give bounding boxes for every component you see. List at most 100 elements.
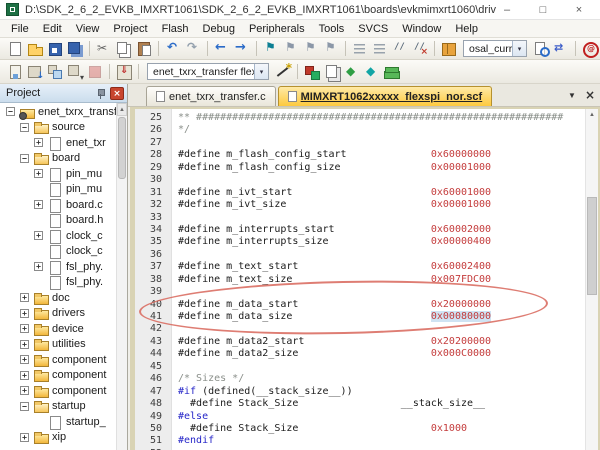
find-in-files-icon[interactable] [532, 40, 550, 57]
nav-forward-icon[interactable] [233, 40, 251, 57]
manage-components-icon[interactable] [303, 63, 321, 80]
save-all-icon[interactable] [66, 40, 84, 57]
code-content[interactable]: ** #####################################… [173, 109, 585, 450]
tree-item-fsl-phy-[interactable]: fsl_phy. [0, 275, 116, 291]
expand-icon[interactable]: + [34, 262, 43, 271]
expand-icon[interactable]: + [20, 340, 29, 349]
tree-item-fsl-phy-[interactable]: +fsl_phy. [0, 259, 116, 275]
bookmark-clear-icon[interactable] [322, 40, 340, 57]
paste-icon[interactable] [135, 40, 153, 57]
scrollbar-thumb[interactable] [118, 117, 126, 179]
expand-icon[interactable]: + [20, 324, 29, 333]
cut-icon[interactable] [95, 40, 113, 57]
menu-project[interactable]: Project [106, 22, 154, 36]
copy-icon[interactable] [115, 40, 133, 57]
rebuild-icon[interactable] [46, 63, 64, 80]
tree-item-component[interactable]: +component [0, 368, 116, 384]
pin-icon[interactable] [94, 87, 107, 100]
scroll-up-icon[interactable]: ▲ [117, 103, 127, 116]
menu-tools[interactable]: Tools [312, 22, 352, 36]
pack-installer-icon[interactable] [383, 63, 401, 80]
tree-item-enet-txrx-transf[interactable]: −enet_txrx_transf [0, 104, 116, 120]
tree-item-board[interactable]: −board [0, 151, 116, 167]
tree-item-clock-c[interactable]: +clock_c [0, 228, 116, 244]
menu-svcs[interactable]: SVCS [351, 22, 395, 36]
expand-icon[interactable]: + [20, 309, 29, 318]
indent-icon[interactable] [351, 40, 369, 57]
expand-icon[interactable]: + [20, 386, 29, 395]
translate-icon[interactable] [6, 63, 24, 80]
uncomment-icon[interactable] [411, 40, 429, 57]
scroll-up-icon[interactable]: ▲ [586, 109, 598, 122]
manage-books-icon[interactable] [440, 40, 458, 57]
debug-target-icon[interactable] [581, 40, 599, 57]
tree-item-source[interactable]: −source [0, 120, 116, 136]
menu-debug[interactable]: Debug [196, 22, 242, 36]
tree-item-xip[interactable]: +xip [0, 430, 116, 446]
expand-icon[interactable]: + [20, 371, 29, 380]
editor-scrollbar[interactable]: ▲ [585, 109, 598, 450]
chevron-down-icon[interactable]: ▾ [512, 41, 526, 56]
bookmark-next-icon[interactable] [302, 40, 320, 57]
menu-peripherals[interactable]: Peripherals [242, 22, 312, 36]
scrollbar-thumb[interactable] [587, 197, 597, 295]
save-icon[interactable] [46, 40, 64, 57]
redo-icon[interactable] [184, 40, 202, 57]
expand-icon[interactable]: + [34, 138, 43, 147]
tab-enet-txrx-transfer-c[interactable]: enet_txrx_transfer.c [146, 86, 276, 106]
cross-reference-icon[interactable] [552, 40, 570, 57]
collapse-icon[interactable]: − [20, 402, 29, 411]
menu-help[interactable]: Help [448, 22, 485, 36]
tree-item-clock-c[interactable]: clock_c [0, 244, 116, 260]
tab-list-dropdown-icon[interactable]: ▼ [568, 91, 576, 100]
options-wand-icon[interactable] [274, 63, 292, 80]
minimize-button[interactable]: – [496, 4, 518, 16]
file-extensions-icon[interactable] [323, 63, 341, 80]
tree-item-component[interactable]: +component [0, 352, 116, 368]
target-select[interactable]: enet_txrx_transfer flexspi▾ [147, 63, 269, 80]
expand-icon[interactable]: + [20, 433, 29, 442]
menu-file[interactable]: File [4, 22, 36, 36]
tree-item-pin-mu[interactable]: pin_mu [0, 182, 116, 198]
menu-edit[interactable]: Edit [36, 22, 69, 36]
project-panel-close-button[interactable]: × [110, 87, 124, 100]
rte-manage-icon[interactable] [343, 63, 361, 80]
nav-back-icon[interactable] [213, 40, 231, 57]
bookmark-prev-icon[interactable] [282, 40, 300, 57]
new-file-icon[interactable] [6, 40, 24, 57]
tree-item-pin-mu[interactable]: +pin_mu [0, 166, 116, 182]
tab-mimxrt1062xxxxx-flexspi-nor-scf[interactable]: MIMXRT1062xxxxx_flexspi_nor.scf [278, 86, 493, 106]
load-icon[interactable] [115, 63, 133, 80]
collapse-icon[interactable]: − [6, 107, 15, 116]
stop-build-icon[interactable] [86, 63, 104, 80]
expand-icon[interactable]: + [34, 231, 43, 240]
expand-icon[interactable]: + [20, 293, 29, 302]
search-combobox[interactable]: osal_current_time▾ [463, 40, 527, 57]
line-number-gutter[interactable]: 2526272829303132333435363738394041424344… [135, 109, 172, 450]
batch-build-icon[interactable] [66, 63, 84, 80]
expand-icon[interactable]: + [34, 169, 43, 178]
tree-item-utilities[interactable]: +utilities [0, 337, 116, 353]
chevron-down-icon[interactable]: ▾ [254, 64, 268, 79]
menu-view[interactable]: View [69, 22, 107, 36]
tree-item-enet-txr[interactable]: +enet_txr [0, 135, 116, 151]
build-icon[interactable] [26, 63, 44, 80]
expand-icon[interactable]: + [20, 355, 29, 364]
bookmark-toggle-icon[interactable] [262, 40, 280, 57]
pack-check-icon[interactable] [363, 63, 381, 80]
undo-icon[interactable] [164, 40, 182, 57]
tree-item-drivers[interactable]: +drivers [0, 306, 116, 322]
collapse-icon[interactable]: − [20, 123, 29, 132]
tree-item-startup[interactable]: −startup [0, 399, 116, 415]
tree-item-doc[interactable]: +doc [0, 290, 116, 306]
document-close-icon[interactable]: × [585, 89, 595, 101]
menu-flash[interactable]: Flash [155, 22, 196, 36]
open-file-icon[interactable] [26, 40, 44, 57]
project-tree-scrollbar[interactable]: ▲ [116, 103, 127, 450]
tree-item-board-h[interactable]: board.h [0, 213, 116, 229]
outdent-icon[interactable] [371, 40, 389, 57]
expand-icon[interactable]: + [34, 200, 43, 209]
collapse-icon[interactable]: − [20, 154, 29, 163]
tree-item-startup-[interactable]: startup_ [0, 414, 116, 430]
tree-item-board-c[interactable]: +board.c [0, 197, 116, 213]
